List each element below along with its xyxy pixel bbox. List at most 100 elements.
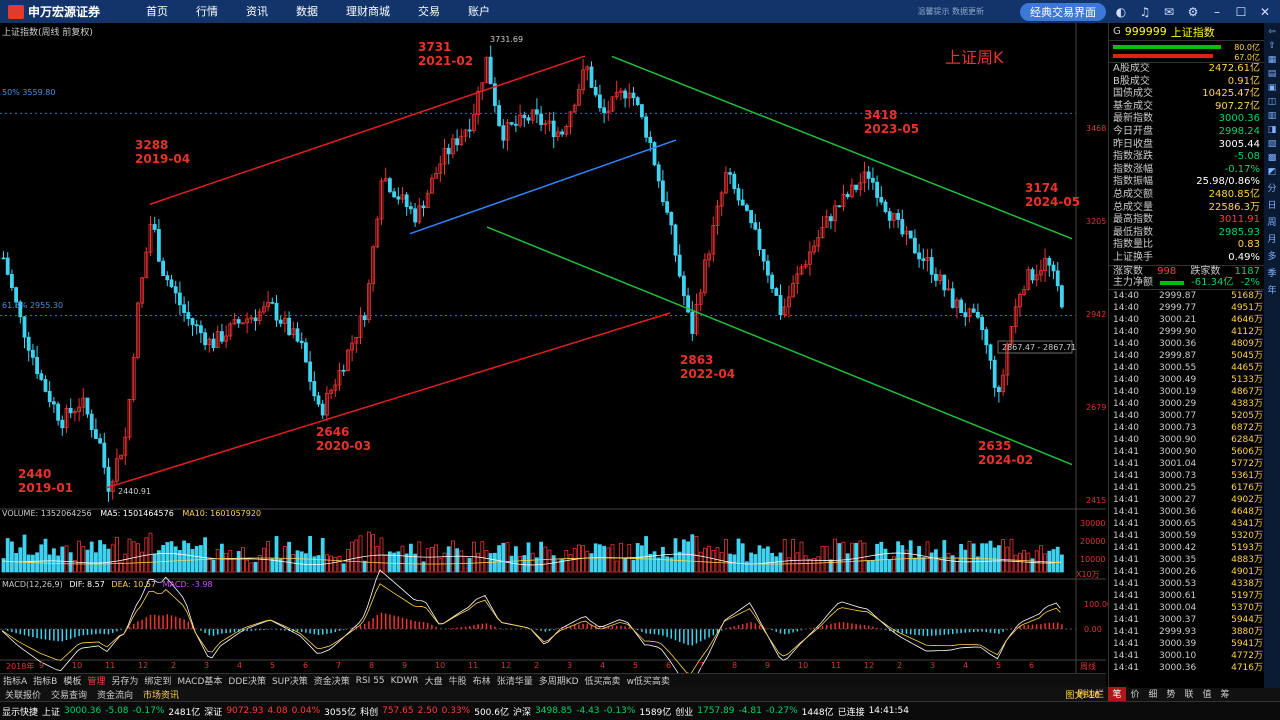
headset-icon[interactable]: ♫	[1136, 3, 1154, 21]
indicator-tab[interactable]: w低买高卖	[624, 674, 673, 687]
volume-bar	[837, 543, 842, 573]
nav-home[interactable]: 首页	[132, 0, 182, 23]
panel-tab[interactable]: 价	[1126, 687, 1144, 701]
tool-icon[interactable]: ▩	[1265, 153, 1279, 163]
candle-body	[728, 172, 732, 175]
close-icon[interactable]: ✕	[1256, 3, 1274, 21]
period-button[interactable]: 月	[1265, 232, 1279, 245]
indicator-tab[interactable]: 低买高卖	[582, 674, 624, 687]
period-button[interactable]: 分	[1265, 181, 1279, 194]
nav-news[interactable]: 资讯	[232, 0, 282, 23]
minimize-icon[interactable]: –	[1208, 3, 1226, 21]
indicator-tab[interactable]: DDE决策	[225, 674, 269, 687]
candle-body	[942, 274, 947, 291]
indicator-tab[interactable]: 大盘	[422, 674, 446, 687]
volume-bar	[211, 559, 216, 573]
indicator-tab[interactable]: 绑定到	[141, 674, 174, 687]
tool-icon[interactable]: ◩	[1265, 167, 1279, 177]
tool-icon[interactable]: ▥	[1265, 111, 1279, 121]
toggle-sidebar-link[interactable]: 刷边栏	[1077, 687, 1104, 700]
nav-data[interactable]: 数据	[282, 0, 332, 23]
indicator-tab[interactable]: RSI 55	[353, 676, 388, 686]
volume-bar	[484, 550, 489, 573]
tool-icon[interactable]: ⇧	[1265, 41, 1279, 51]
panel-tab[interactable]: 势	[1162, 687, 1180, 701]
subtab-market-news[interactable]: 市场资讯	[138, 688, 184, 701]
indicator-tab[interactable]: 指标A	[0, 674, 30, 687]
subtab-trade-query[interactable]: 交易查询	[46, 688, 92, 701]
tool-icon[interactable]: ⇦	[1265, 27, 1279, 37]
panel-tab[interactable]: 联	[1180, 687, 1198, 701]
period-button[interactable]: 季	[1265, 266, 1279, 279]
indicator-tab[interactable]: 另存为	[108, 674, 141, 687]
period-button[interactable]: 年	[1265, 283, 1279, 296]
nav-market[interactable]: 行情	[182, 0, 232, 23]
tick-row: 14:41 3000.61 5197万	[1109, 590, 1264, 602]
volume-bar	[1018, 552, 1022, 573]
theme-icon[interactable]: ◐	[1112, 3, 1130, 21]
indicator-tab[interactable]: SUP决策	[269, 674, 311, 687]
indicator-tab[interactable]: 张清华量	[494, 674, 536, 687]
quote-panel-tabs: 笔价细势联值筹	[1108, 687, 1264, 701]
indicator-tab[interactable]: 模板	[60, 674, 84, 687]
period-button[interactable]: 多	[1265, 249, 1279, 262]
nav-trade[interactable]: 交易	[404, 0, 454, 23]
panel-tab[interactable]: 笔	[1108, 687, 1126, 701]
volume-bar	[917, 546, 921, 573]
tick-time: 14:41	[1113, 638, 1139, 649]
volume-bar	[492, 552, 497, 573]
tick-row: 14:41 3000.35 4883万	[1109, 554, 1264, 566]
tick-time: 14:41	[1113, 602, 1139, 613]
tool-icon[interactable]: ▤	[1265, 69, 1279, 79]
time-axis-label: 12	[864, 661, 875, 670]
nav-account[interactable]: 账户	[454, 0, 504, 23]
candle-body	[770, 274, 774, 289]
tool-icon[interactable]: ◫	[1265, 97, 1279, 107]
tool-icon[interactable]: ▧	[1265, 139, 1279, 149]
volume-bar	[766, 546, 770, 573]
volume-bar	[253, 561, 258, 573]
status-item: -0.27%	[765, 706, 798, 716]
candle-body	[270, 301, 275, 304]
indicator-tab[interactable]: KDWR	[388, 676, 422, 686]
tick-list[interactable]: 14:40 2999.87 5168万 14:40 2999.77 4951万 14:40 3…	[1109, 290, 1264, 674]
indicator-tab[interactable]: MACD基本	[174, 674, 225, 687]
volume-bar	[182, 540, 187, 573]
subtab-quotes[interactable]: 关联报价	[0, 688, 46, 701]
volume-bar	[358, 535, 363, 573]
tick-time: 14:40	[1113, 362, 1139, 373]
mail-icon[interactable]: ✉	[1160, 3, 1178, 21]
group-badge: G	[1113, 26, 1121, 37]
indicator-tab[interactable]: 资金决策	[311, 674, 353, 687]
tool-icon[interactable]: ▣	[1265, 83, 1279, 93]
indicator-tab[interactable]: 指标B	[30, 674, 60, 687]
volume-bar	[707, 545, 711, 573]
status-item: 4.08	[267, 706, 288, 716]
status-item: 已连接	[837, 707, 865, 718]
panel-tab[interactable]: 筹	[1216, 687, 1234, 701]
indicator-tab[interactable]: 布林	[470, 674, 494, 687]
volume-bar	[908, 540, 913, 573]
panel-tab[interactable]: 值	[1198, 687, 1216, 701]
indicator-tab[interactable]: 牛股	[446, 674, 470, 687]
period-button[interactable]: 周	[1265, 215, 1279, 228]
indicator-tab[interactable]: 管理	[84, 674, 108, 687]
settings-icon[interactable]: ⚙	[1184, 3, 1202, 21]
status-item: 757.65	[382, 706, 414, 716]
tick-time: 14:41	[1113, 530, 1139, 541]
stat-key: 上证换手	[1113, 251, 1153, 263]
maximize-icon[interactable]: ☐	[1232, 3, 1250, 21]
annotation-2863: 2863 2022-04	[680, 353, 736, 381]
annotation-3174: 3174 2024-05	[1025, 181, 1081, 209]
volume-bar	[736, 538, 741, 573]
indicator-tab[interactable]: 多周期KD	[536, 674, 582, 687]
candle-body	[1051, 264, 1056, 272]
classic-trade-button[interactable]: 经典交易界面	[1020, 2, 1106, 21]
panel-tab[interactable]: 细	[1144, 687, 1162, 701]
tool-icon[interactable]: ▦	[1265, 55, 1279, 65]
tool-icon[interactable]: ◨	[1265, 125, 1279, 135]
subtab-fund-flow[interactable]: 资金流向	[92, 688, 138, 701]
nav-wealth[interactable]: 理财商城	[332, 0, 404, 23]
kline-chart-area[interactable]: 上证指数(周线 前复权) 上证周K 3731.69 2440.91 2867.4…	[0, 23, 1112, 673]
period-button[interactable]: 日	[1265, 198, 1279, 211]
